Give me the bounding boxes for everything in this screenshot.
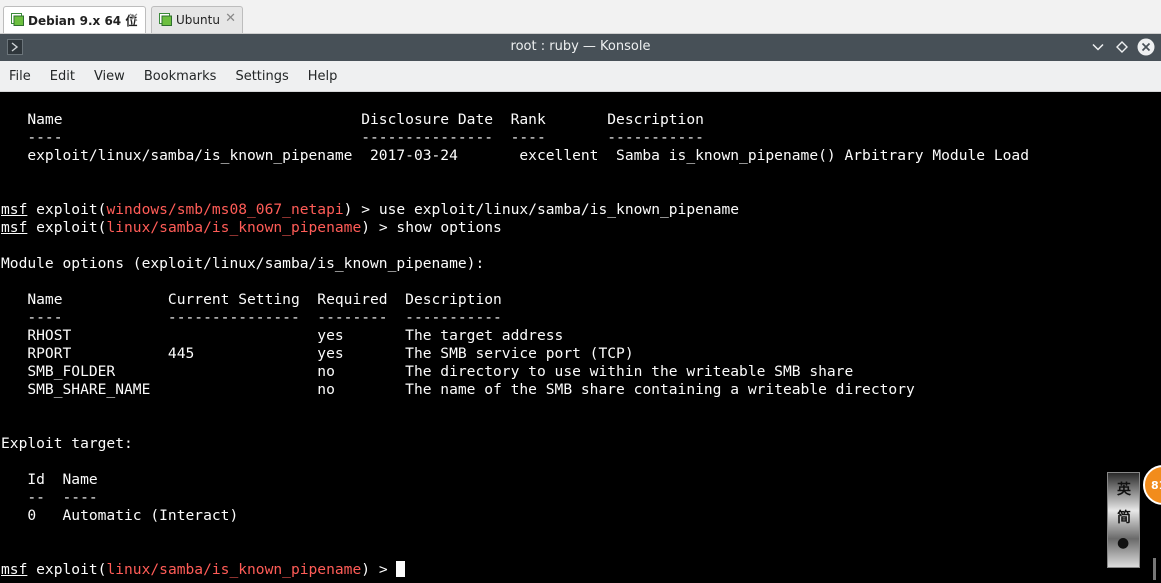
menu-edit[interactable]: Edit [41,69,85,84]
prompt-line: msf exploit(windows/smb/ms08_067_netapi)… [1,201,740,218]
menu-help[interactable]: Help [299,69,348,84]
terminal-output[interactable]: Name Disclosure Date Rank Description --… [0,92,1161,583]
ime-widget[interactable]: 英 简 ● [1107,472,1140,568]
ime-mode-char: 英 [1117,482,1131,498]
prompt-module: linux/samba/is_known_pipename [106,561,362,578]
menu-settings[interactable]: Settings [226,69,298,84]
option-row: SMB_FOLDER no The directory to use withi… [1,363,854,380]
option-row: RPORT 445 yes The SMB service port (TCP) [1,345,634,362]
target-header: Id Name [1,471,98,488]
menu-bar: File Edit View Bookmarks Settings Help [0,61,1161,92]
close-icon[interactable]: ✕ [128,11,139,26]
close-icon[interactable]: ✕ [225,11,236,26]
prompt-line: msf exploit(linux/samba/is_known_pipenam… [1,219,502,236]
search-result-row: exploit/linux/samba/is_known_pipename 20… [1,147,1029,164]
options-separator: ---- --------------- -------- ----------… [1,309,502,326]
prompt-msf: msf [1,219,28,236]
command-text: use exploit/linux/samba/is_known_pipenam… [378,201,740,218]
window-title: root : ruby — Konsole [510,39,651,54]
prompt-msf: msf [1,201,28,218]
window-titlebar[interactable]: root : ruby — Konsole [0,34,1161,61]
prompt-msf: msf [1,561,28,578]
ime-mode-char: 简 [1117,510,1131,526]
exploit-target-heading: Exploit target: [1,435,133,452]
minimize-icon[interactable] [1089,38,1107,56]
option-row: SMB_SHARE_NAME no The name of the SMB sh… [1,381,915,398]
prompt-line: msf exploit(linux/samba/is_known_pipenam… [1,561,406,579]
module-options-heading: Module options (exploit/linux/samba/is_k… [1,255,485,272]
vm-tab-label: Debian 9.x 64 位 [28,13,138,28]
vm-tab-debian[interactable]: Debian 9.x 64 位 ✕ [3,6,146,33]
ime-mode-char: ● [1117,535,1130,551]
menu-view[interactable]: View [85,69,135,84]
close-window-icon[interactable] [1137,38,1155,56]
prompt-module: linux/samba/is_known_pipename [106,219,362,236]
target-separator: -- ---- [1,489,98,506]
menu-file[interactable]: File [0,69,41,84]
vm-tab-ubuntu[interactable]: Ubuntu ✕ [151,6,243,33]
vm-icon [159,13,172,26]
prompt-module: windows/smb/ms08_067_netapi [106,201,344,218]
target-row: 0 Automatic (Interact) [1,507,239,524]
vm-tab-bar: Debian 9.x 64 位 ✕ Ubuntu ✕ [0,0,1161,34]
vm-tab-label: Ubuntu [176,13,220,27]
menu-bookmarks[interactable]: Bookmarks [135,69,227,84]
command-text: show options [396,219,502,236]
vm-icon [11,13,24,26]
search-header: Name Disclosure Date Rank Description [1,111,704,128]
scrollbar-thumb[interactable] [1153,558,1156,580]
option-row: RHOST yes The target address [1,327,564,344]
maximize-icon[interactable] [1113,38,1131,56]
search-separator: ---- --------------- ---- ----------- [1,129,704,146]
options-header: Name Current Setting Required Descriptio… [1,291,502,308]
text-cursor[interactable] [396,561,406,577]
